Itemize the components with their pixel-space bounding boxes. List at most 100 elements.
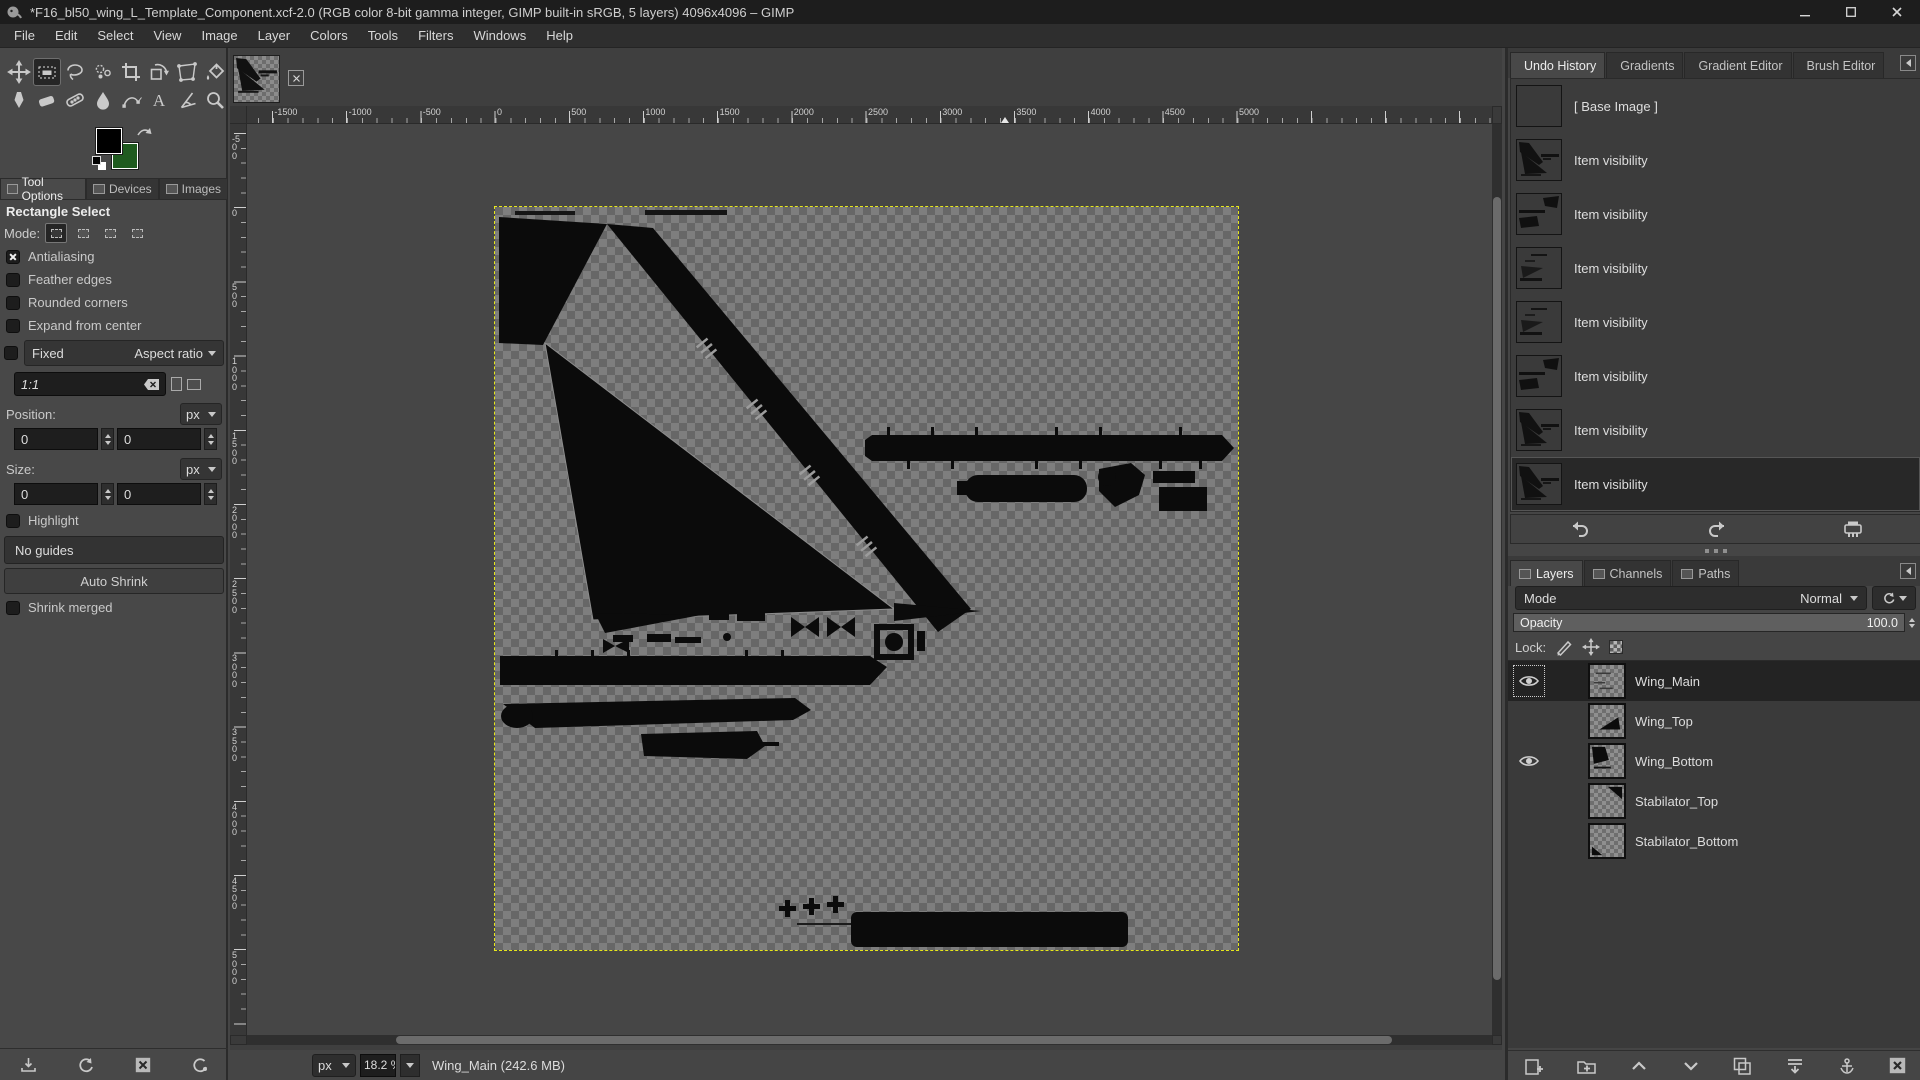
image-tab-thumbnail[interactable] [233,55,280,103]
vertical-scrollbar[interactable] [1492,124,1502,1035]
layer-thumbnail[interactable] [1588,743,1626,779]
duplicate-layer-icon[interactable] [1733,1057,1752,1075]
layer-visibility-toggle[interactable] [1514,666,1544,696]
undo-history-item[interactable]: Item visibility [1511,295,1920,349]
tool-button[interactable] [33,86,61,114]
menu-item[interactable]: Windows [463,25,536,46]
blend-space-button[interactable] [1872,586,1916,610]
ruler-corner[interactable] [230,106,247,124]
position-y-field[interactable]: 0 [117,428,201,450]
layer-row[interactable]: Wing_Top [1508,701,1920,741]
position-y-spinner[interactable] [204,428,217,450]
layer-thumbnail[interactable] [1588,823,1626,859]
menu-item[interactable]: File [4,25,45,46]
lock-position-icon[interactable] [1582,638,1600,656]
anchor-layer-icon[interactable] [1838,1057,1856,1075]
zoom-level-input[interactable]: 18.2 % [360,1054,396,1077]
left-dock-tab[interactable]: Devices [86,178,159,199]
collapse-dock-icon[interactable] [1900,563,1916,579]
layer-name[interactable]: Stabilator_Top [1635,794,1718,809]
layer-name[interactable]: Wing_Bottom [1635,754,1713,769]
size-height-field[interactable]: 0 [117,483,201,505]
layer-visibility-toggle[interactable] [1514,826,1544,856]
layer-name[interactable]: Wing_Top [1635,714,1693,729]
navigation-button[interactable] [1492,1035,1502,1045]
reset-defaults-icon[interactable] [191,1057,208,1073]
undo-history-item[interactable]: Item visibility [1511,187,1920,241]
layer-row[interactable]: Wing_Main [1508,661,1920,701]
position-x-field[interactable]: 0 [14,428,98,450]
opacity-slider[interactable]: Opacity 100.0 [1513,613,1905,632]
canvas-viewport[interactable] [247,124,1492,1035]
dock-tab[interactable]: Channels [1584,560,1672,586]
menu-item[interactable]: View [144,25,192,46]
size-width-field[interactable]: 0 [14,483,98,505]
layer-name[interactable]: Wing_Main [1635,674,1700,689]
menu-item[interactable]: Edit [45,25,87,46]
tool-button[interactable] [5,58,33,86]
position-unit-dropdown[interactable]: px [180,403,222,425]
clear-input-icon[interactable] [144,379,159,390]
default-colors-icon[interactable] [92,156,101,165]
horizontal-scrollbar-thumb[interactable] [396,1036,1392,1044]
swap-colors-icon[interactable] [136,126,152,140]
size-height-spinner[interactable] [204,483,217,505]
clear-history-icon[interactable] [1843,520,1863,538]
opacity-spinner[interactable] [1905,613,1918,632]
layer-thumbnail[interactable] [1588,703,1626,739]
tool-button[interactable] [201,58,229,86]
horizontal-scrollbar[interactable] [247,1035,1492,1045]
guides-dropdown[interactable]: No guides [4,536,224,564]
checkbox[interactable] [6,273,20,287]
fixed-checkbox[interactable] [4,346,18,360]
dock-tab[interactable]: Paths [1672,560,1739,586]
image-tab-close-icon[interactable] [288,70,304,86]
layer-row[interactable]: Stabilator_Top [1508,781,1920,821]
menu-item[interactable]: Image [191,25,247,46]
tool-button[interactable] [117,58,145,86]
layer-row[interactable]: Stabilator_Bottom [1508,821,1920,861]
checkbox[interactable] [6,319,20,333]
tool-button[interactable] [117,86,145,114]
mode-add-button[interactable] [72,223,94,243]
merge-down-icon[interactable] [1786,1057,1805,1075]
undo-history-item[interactable]: Item visibility [1511,403,1920,457]
menu-item[interactable]: Colors [300,25,358,46]
raise-layer-icon[interactable] [1630,1057,1648,1075]
delete-preset-icon[interactable] [135,1057,151,1073]
menu-item[interactable]: Select [87,25,143,46]
tool-button[interactable] [201,86,229,114]
tool-button[interactable] [173,58,201,86]
dock-tab[interactable]: Gradient Editor [1684,52,1791,78]
minimize-button[interactable] [1782,0,1828,24]
dock-tab[interactable]: Layers [1510,560,1583,586]
size-unit-dropdown[interactable]: px [180,458,222,480]
image-layer-canvas[interactable] [495,207,1238,950]
undo-icon[interactable] [1568,517,1592,541]
mode-replace-button[interactable] [45,223,67,243]
menu-item[interactable]: Help [536,25,583,46]
mode-subtract-button[interactable] [99,223,121,243]
tool-button[interactable] [145,58,173,86]
menu-item[interactable]: Tools [358,25,408,46]
tool-button[interactable] [89,86,117,114]
close-button[interactable] [1874,0,1920,24]
tool-button[interactable] [173,86,201,114]
shrink-merged-checkbox[interactable] [6,601,20,615]
tool-button[interactable] [33,58,61,86]
zoom-dropdown-button[interactable] [400,1054,420,1077]
tool-button[interactable] [5,86,33,114]
new-group-icon[interactable] [1577,1057,1597,1075]
layer-visibility-toggle[interactable] [1514,746,1544,776]
menu-item[interactable]: Filters [408,25,463,46]
tool-button[interactable] [61,58,89,86]
quick-mask-toggle[interactable] [230,1035,247,1045]
save-preset-icon[interactable] [20,1057,37,1073]
redo-icon[interactable] [1705,517,1729,541]
title-bar[interactable]: *F16_bl50_wing_L_Template_Component.xcf-… [0,0,1920,24]
position-x-spinner[interactable] [101,428,114,450]
lower-layer-icon[interactable] [1682,1057,1700,1075]
restore-preset-icon[interactable] [77,1057,94,1073]
foreground-color-swatch[interactable] [96,128,122,154]
undo-history-item[interactable]: Item visibility [1511,133,1920,187]
